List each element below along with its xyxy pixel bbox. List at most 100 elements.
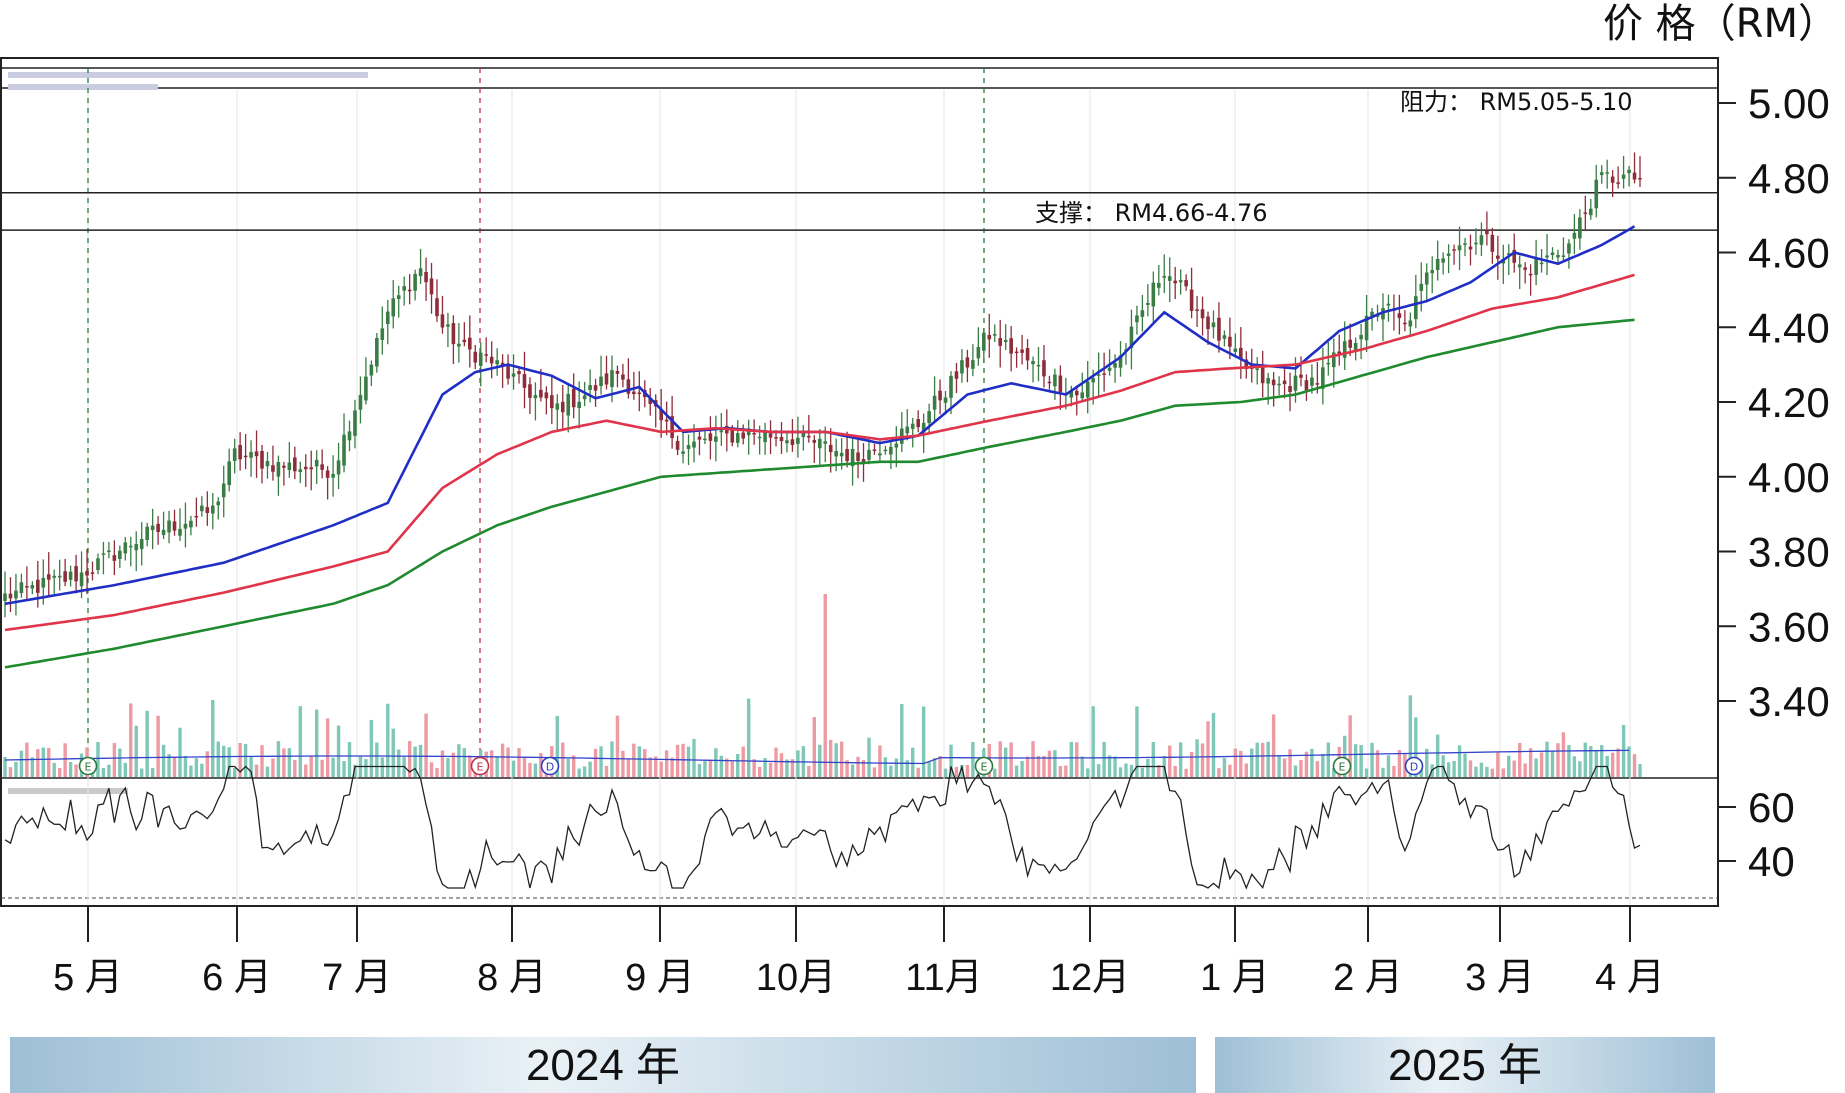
volume-bar — [632, 743, 636, 777]
price-tick-label: 4.00 — [1748, 454, 1830, 501]
candle-body — [364, 376, 368, 401]
volume-bar — [156, 715, 160, 777]
volume-bar — [1244, 763, 1248, 777]
volume-bar — [927, 761, 931, 777]
candle-body — [560, 401, 565, 413]
candle-body — [577, 401, 581, 409]
volume-bar — [943, 768, 948, 777]
candle-body — [796, 437, 800, 444]
volume-bar — [1359, 744, 1363, 777]
volume-bar — [1009, 742, 1013, 777]
event-marker-label: E — [85, 761, 92, 774]
volume-bar — [916, 767, 920, 777]
candle-body — [1009, 338, 1013, 354]
candle-body — [1074, 390, 1079, 396]
volume-bar — [1534, 758, 1538, 777]
candle-body — [1457, 245, 1462, 251]
month-tick-label: 12月 — [1050, 957, 1130, 999]
candle-body — [741, 432, 746, 439]
candle-body — [1228, 336, 1232, 347]
candle-body — [1594, 179, 1599, 209]
price-tick-label: 3.40 — [1748, 678, 1830, 725]
volume-bar — [659, 761, 663, 777]
candle-body — [123, 542, 128, 554]
candle-body — [1315, 383, 1320, 385]
candle-body — [1430, 270, 1435, 274]
volume-bar — [1583, 742, 1588, 777]
volume-bar — [818, 744, 822, 777]
volume-bar — [1233, 748, 1238, 777]
candle-body — [834, 451, 838, 457]
volume-bar — [172, 756, 177, 777]
month-tick-label: 7 月 — [322, 957, 392, 999]
candle-body — [692, 441, 696, 448]
volume-bar — [528, 762, 532, 777]
volume-bar — [495, 756, 499, 777]
volume-bar — [68, 761, 73, 777]
month-tick-label: 5 月 — [53, 957, 123, 999]
volume-bar — [1446, 762, 1451, 777]
candle-body — [517, 371, 521, 375]
volume-bar — [1096, 764, 1101, 777]
candle-body — [1616, 182, 1620, 184]
candle-body — [1424, 272, 1429, 285]
candle-body — [85, 570, 89, 576]
candle-body — [954, 371, 959, 379]
candle-body — [1452, 249, 1456, 251]
volume-bar — [1189, 751, 1194, 777]
volume-bar — [741, 746, 745, 777]
candle-body — [604, 373, 609, 385]
candle-body — [1403, 322, 1407, 325]
candle-body — [1162, 275, 1167, 278]
rsi-line — [4, 764, 1641, 890]
candle-body — [1534, 258, 1538, 275]
candle-body — [205, 507, 210, 514]
candle-body — [1047, 381, 1052, 384]
volume-bar — [971, 741, 975, 777]
candle-body — [1605, 172, 1609, 174]
volume-bar — [1217, 768, 1221, 777]
candle-body — [52, 575, 57, 578]
volume-bar — [57, 768, 62, 777]
month-tick-label: 2 月 — [1333, 957, 1403, 999]
candle-body — [1528, 273, 1533, 276]
volume-bar — [1058, 766, 1063, 777]
candle-body — [1539, 262, 1544, 265]
month-tick-label: 4 月 — [1595, 957, 1665, 999]
candle-body — [145, 526, 149, 541]
volume-bar — [1364, 768, 1369, 777]
volume-bar — [1479, 762, 1484, 777]
volume-bar — [1507, 755, 1511, 777]
volume-bar — [938, 756, 942, 777]
candle-body — [992, 334, 997, 336]
candle-body — [303, 466, 308, 470]
candle-body — [489, 356, 494, 364]
candle-body — [1277, 383, 1281, 386]
rsi-tick-label: 40 — [1748, 838, 1795, 885]
candle-body — [107, 550, 111, 553]
axis-layer: 5.00 4.80 4.60 4.40 4.20 4.00 3.80 3.60 3.40 60 40… — [53, 80, 1830, 999]
volume-bar — [1523, 763, 1527, 777]
volume-bar — [725, 758, 729, 777]
volume-bar — [511, 760, 516, 777]
candle-body — [1282, 380, 1287, 385]
candle-body — [867, 449, 871, 460]
candle-body — [407, 289, 412, 292]
candle-body — [19, 582, 24, 594]
candle-body — [856, 452, 860, 461]
volume-bar — [489, 750, 494, 777]
volume-bar — [867, 737, 871, 777]
volume-bar — [643, 749, 647, 777]
volume-bar — [900, 704, 904, 777]
candle-body — [1490, 234, 1495, 252]
volume-bar — [648, 757, 652, 777]
volume-bar — [1184, 768, 1188, 777]
candle-body — [1496, 255, 1500, 259]
volume-bar — [588, 761, 592, 777]
candle-body — [210, 505, 215, 514]
candle-body — [150, 525, 155, 531]
volume-bar — [194, 758, 199, 777]
candle-body — [1156, 282, 1161, 288]
volume-bar — [730, 761, 734, 777]
candle-body — [1599, 172, 1604, 176]
